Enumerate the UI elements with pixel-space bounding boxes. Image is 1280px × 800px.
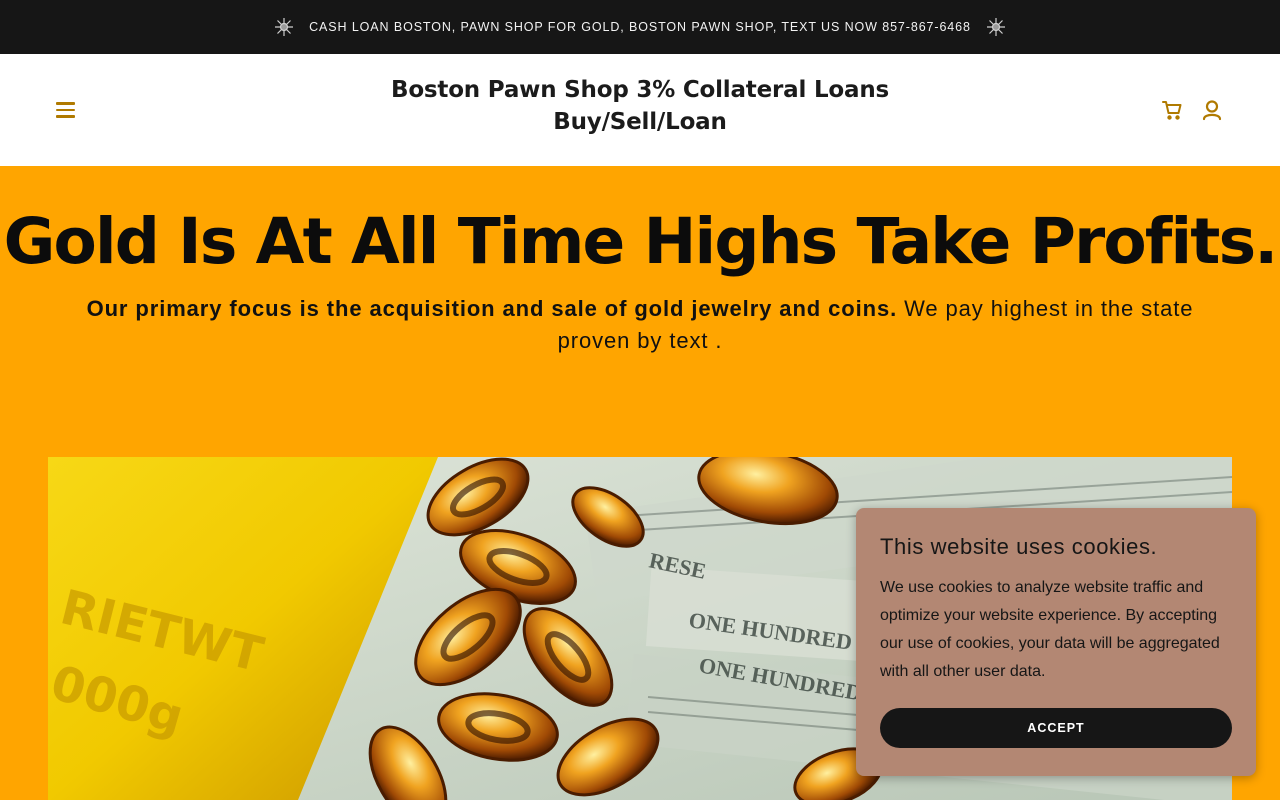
accept-cookies-button[interactable]: ACCEPT: [880, 708, 1232, 748]
sparkle-icon: [986, 18, 1005, 36]
sparkle-icon: [275, 18, 294, 36]
site-header: Boston Pawn Shop 3% Collateral Loans Buy…: [0, 54, 1280, 166]
hero-description-bold: Our primary focus is the acquisition and…: [86, 296, 898, 321]
hamburger-menu-icon[interactable]: [56, 98, 80, 122]
site-title-line-2: Buy/Sell/Loan: [553, 109, 727, 135]
announcement-bar: CASH LOAN BOSTON, PAWN SHOP FOR GOLD, BO…: [0, 0, 1280, 54]
hero-description: Our primary focus is the acquisition and…: [70, 293, 1210, 357]
shopping-cart-icon[interactable]: [1160, 98, 1184, 122]
site-title[interactable]: Boston Pawn Shop 3% Collateral Loans Buy…: [340, 74, 940, 138]
cookie-consent-dialog: This website uses cookies. We use cookie…: [856, 508, 1256, 776]
cookie-dialog-body: We use cookies to analyze website traffi…: [880, 579, 1220, 680]
cookie-dialog-title: This website uses cookies.: [880, 534, 1158, 559]
user-account-icon[interactable]: [1200, 98, 1224, 122]
hero-heading: Gold Is At All Time Highs Take Profits.: [3, 205, 1279, 278]
announcement-text[interactable]: CASH LOAN BOSTON, PAWN SHOP FOR GOLD, BO…: [309, 20, 971, 34]
site-title-line-1: Boston Pawn Shop 3% Collateral Loans: [390, 77, 889, 103]
